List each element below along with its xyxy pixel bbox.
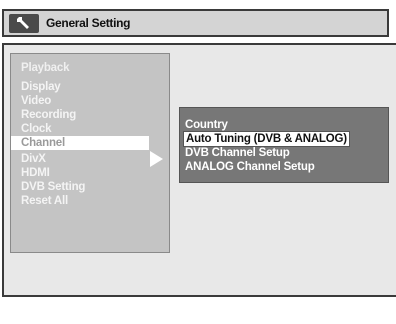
- window-title: General Setting: [46, 16, 131, 30]
- submenu-item-country[interactable]: Country: [185, 118, 228, 132]
- main-menu: Playback Display Video Recording Clock C…: [10, 53, 170, 253]
- submenu-item-auto-tuning[interactable]: Auto Tuning (DVB & ANALOG): [183, 131, 350, 147]
- menu-item-display[interactable]: Display: [11, 80, 149, 94]
- submenu-item-analog-channel-setup[interactable]: ANALOG Channel Setup: [185, 160, 315, 174]
- submenu-item-dvb-channel-setup[interactable]: DVB Channel Setup: [185, 146, 290, 160]
- selection-arrow-icon: [150, 151, 163, 167]
- menu-item-clock[interactable]: Clock: [11, 122, 149, 136]
- menu-item-dvb-setting[interactable]: DVB Setting: [11, 180, 149, 194]
- wrench-icon: [9, 14, 39, 33]
- menu-item-recording[interactable]: Recording: [11, 108, 149, 122]
- title-bar: General Setting: [2, 9, 389, 37]
- menu-item-video[interactable]: Video: [11, 94, 149, 108]
- menu-item-channel[interactable]: Channel: [11, 136, 149, 150]
- menu-item-playback[interactable]: Playback: [11, 61, 149, 75]
- menu-item-hdmi[interactable]: HDMI: [11, 166, 149, 180]
- menu-item-divx[interactable]: DivX: [11, 152, 149, 166]
- menu-item-reset-all[interactable]: Reset All: [11, 194, 149, 208]
